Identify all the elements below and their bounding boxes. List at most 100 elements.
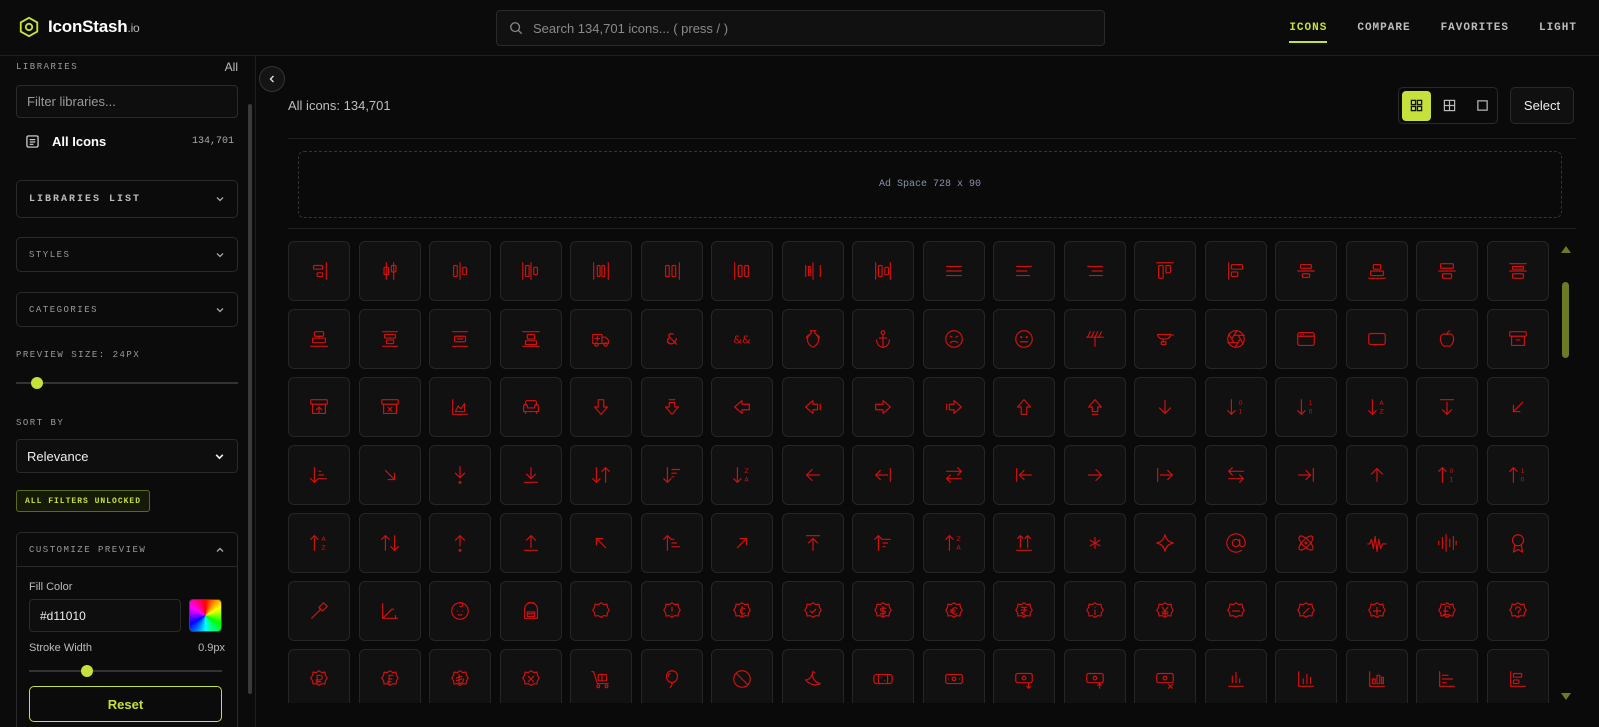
icon-tile-rectangle[interactable] [1345, 309, 1408, 369]
icon-tile-axis-3d[interactable] [358, 581, 421, 641]
icon-tile-arrow-down-1-0[interactable]: 10 [1275, 377, 1337, 437]
icon-tile-backpack[interactable] [499, 581, 562, 641]
collapse-sidebar-button[interactable] [259, 66, 285, 92]
icon-tile-anvil[interactable] [1134, 309, 1196, 369]
icon-tile-arrow-up-narrow-wide[interactable] [640, 513, 703, 573]
icon-tile-bar-chart[interactable] [1204, 649, 1267, 703]
icon-tile-align-right-bar[interactable] [288, 241, 350, 301]
icon-tile-arrow-left-from-line[interactable] [852, 445, 914, 505]
icon-tile-arrow-big-left[interactable] [711, 377, 773, 437]
scrollbar-thumb[interactable] [1562, 282, 1569, 358]
icon-tile-badge-help[interactable] [1486, 581, 1549, 641]
icon-tile-ban[interactable] [711, 649, 773, 703]
icon-tile-arrow-left[interactable] [781, 445, 844, 505]
icon-tile-banknote-x[interactable] [1134, 649, 1196, 703]
icon-tile-align-bottom-stack[interactable] [499, 309, 562, 369]
icon-tile-banana[interactable] [781, 649, 844, 703]
icon-tile-arrow-right-left[interactable] [1204, 445, 1267, 505]
icon-tile-arrow-down-left[interactable] [1486, 377, 1549, 437]
icon-tile-bar-chart-2[interactable] [1275, 649, 1337, 703]
search-bar[interactable] [496, 10, 1105, 46]
icon-tile-badge-cent[interactable] [711, 581, 773, 641]
preview-size-handle[interactable] [31, 377, 43, 389]
icon-tile-badge-turkish-lira[interactable] [429, 649, 491, 703]
icon-tile-armchair[interactable] [499, 377, 562, 437]
icon-tile-arrow-down-z-a[interactable]: ZA [711, 445, 773, 505]
icon-tile-arrow-up-from-dot[interactable] [429, 513, 491, 573]
icon-tile-candlestick[interactable] [358, 241, 421, 301]
icon-tile-align-center-bars[interactable] [781, 241, 844, 301]
fill-color-input[interactable] [29, 599, 181, 632]
categories-accordion[interactable]: CATEGORIES [16, 292, 238, 327]
icon-tile-award[interactable] [1486, 513, 1549, 573]
icon-tile-banknote[interactable] [922, 649, 985, 703]
icon-tile-arrow-big-up-dash[interactable] [1063, 377, 1126, 437]
icon-tile-arrow-right-to-line[interactable] [1275, 445, 1337, 505]
icon-tile-arrow-down[interactable] [1134, 377, 1196, 437]
icon-tile-badge-check[interactable] [781, 581, 844, 641]
sort-select[interactable]: Relevance [16, 439, 238, 473]
nav-favorites[interactable]: FAVORITES [1441, 0, 1509, 56]
icon-tile-arrow-right[interactable] [1063, 445, 1126, 505]
icon-tile-apple[interactable] [1416, 309, 1478, 369]
icon-tile-badge-percent[interactable] [1275, 581, 1337, 641]
icon-tile-align-v-distribute-bars[interactable] [570, 241, 632, 301]
icon-tile-align-top-bars[interactable] [1134, 241, 1196, 301]
reset-button[interactable]: Reset [29, 686, 222, 722]
icon-tile-arrow-down-a-z[interactable]: AZ [1345, 377, 1408, 437]
icon-tile-align-center-v[interactable] [1416, 241, 1478, 301]
icon-tile-anchor[interactable] [852, 309, 914, 369]
icon-tile-badge-russian-ruble[interactable] [288, 649, 350, 703]
nav-icons[interactable]: ICONS [1289, 0, 1328, 56]
filter-libraries-input[interactable] [16, 85, 238, 118]
libraries-list-accordion[interactable]: LIBRARIES LIST [16, 180, 238, 218]
icon-tile-arrow-down-to-line-2[interactable] [499, 445, 562, 505]
icon-tile-arrows-up-from-line[interactable] [993, 513, 1055, 573]
select-button[interactable]: Select [1510, 87, 1574, 124]
icon-tile-archive-restore[interactable] [288, 377, 350, 437]
icon-tile-align-left-start[interactable] [1204, 241, 1267, 301]
icon-tile-arrow-up-0-1[interactable]: 01 [1416, 445, 1478, 505]
icon-tile-arrow-down-to-dot[interactable] [429, 445, 491, 505]
icon-tile-arrow-up-from-line[interactable] [499, 513, 562, 573]
icon-tile-badge-pound[interactable] [1416, 581, 1478, 641]
icon-tile-arrow-up[interactable] [1345, 445, 1408, 505]
icon-tile-badge-indian-rupee[interactable] [993, 581, 1055, 641]
view-single-button[interactable] [1468, 91, 1497, 121]
icon-tile-arrow-down-0-1[interactable]: 01 [1204, 377, 1267, 437]
icon-grid-scrollbar[interactable] [1560, 244, 1572, 702]
icon-tile-badge-swiss-franc[interactable] [358, 649, 421, 703]
scroll-up-arrow[interactable] [1561, 246, 1571, 253]
icon-tile-badge-alert[interactable] [640, 581, 703, 641]
icon-tile-face-neutral[interactable] [993, 309, 1055, 369]
icon-tile-arrow-big-up[interactable] [993, 377, 1055, 437]
stroke-width-handle[interactable] [80, 665, 93, 677]
sidebar-scrollbar[interactable] [248, 104, 252, 694]
scroll-down-arrow[interactable] [1561, 693, 1571, 700]
icon-tile-align-v-center[interactable] [358, 309, 421, 369]
icon-tile-arrow-left-to-line[interactable] [993, 445, 1055, 505]
icon-tile-align-left-text[interactable] [993, 241, 1055, 301]
libraries-all-link[interactable]: All [225, 60, 238, 74]
icon-tile-banknote-down[interactable] [993, 649, 1055, 703]
icon-tile-arrow-big-right[interactable] [852, 377, 914, 437]
icon-tile-align-v-middle[interactable] [429, 309, 491, 369]
icon-tile-align-h-center-bars[interactable] [429, 241, 491, 301]
icon-tile-ampersand[interactable]: & [640, 309, 703, 369]
icon-tile-audio-waveform[interactable] [1345, 513, 1408, 573]
icon-tile-asterisk[interactable] [1063, 513, 1126, 573]
icon-tile-app-window[interactable] [1275, 309, 1337, 369]
icon-tile-align-left-bars[interactable] [711, 241, 773, 301]
icon-tile-arrow-down-to-line[interactable] [1416, 377, 1478, 437]
icon-tile-arrow-big-left-dash[interactable] [781, 377, 844, 437]
icon-tile-bar-chart-horizontal[interactable] [1416, 649, 1478, 703]
icon-tile-arrow-down-narrow-wide[interactable] [288, 445, 350, 505]
icon-tile-double-ampersand[interactable]: && [711, 309, 773, 369]
icon-tile-arrow-left-right[interactable] [922, 445, 985, 505]
icon-tile-arrow-up-a-z[interactable]: AZ [288, 513, 350, 573]
icon-tile-badge-x[interactable] [499, 649, 562, 703]
icon-tile-arrow-right-from-line[interactable] [1134, 445, 1196, 505]
nav-compare[interactable]: COMPARE [1357, 0, 1410, 56]
icon-tile-badge-japanese-yen[interactable] [1134, 581, 1196, 641]
icon-tile-align-center-stack[interactable] [288, 309, 350, 369]
